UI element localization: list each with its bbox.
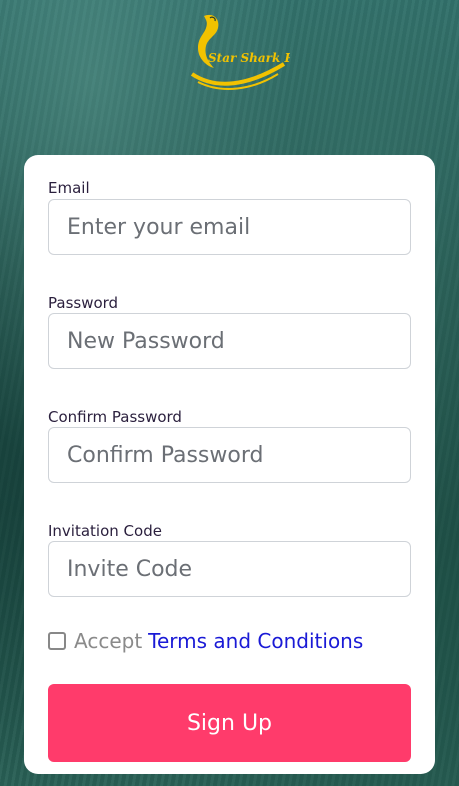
- signup-card: Email Password Confirm Password Invitati…: [24, 155, 435, 774]
- invitation-code-label: Invitation Code: [48, 522, 162, 540]
- password-field[interactable]: [48, 313, 411, 369]
- terms-checkbox[interactable]: [48, 632, 66, 650]
- email-field[interactable]: [48, 199, 411, 255]
- shark-icon: Star Shark Pro$: [190, 14, 316, 90]
- sign-up-button[interactable]: Sign Up: [48, 684, 411, 762]
- password-label: Password: [48, 294, 119, 312]
- confirm-password-field[interactable]: [48, 427, 411, 483]
- logo-text: Star Shark Pro$: [208, 51, 290, 65]
- email-label: Email: [48, 179, 90, 197]
- terms-row: Accept Terms and Conditions: [48, 627, 363, 655]
- invitation-code-field[interactable]: [48, 541, 411, 597]
- brand-logo: Star Shark Pro$: [186, 12, 316, 94]
- accept-label: Accept: [74, 629, 143, 653]
- terms-link[interactable]: Terms and Conditions: [148, 629, 363, 653]
- confirm-password-label: Confirm Password: [48, 408, 182, 426]
